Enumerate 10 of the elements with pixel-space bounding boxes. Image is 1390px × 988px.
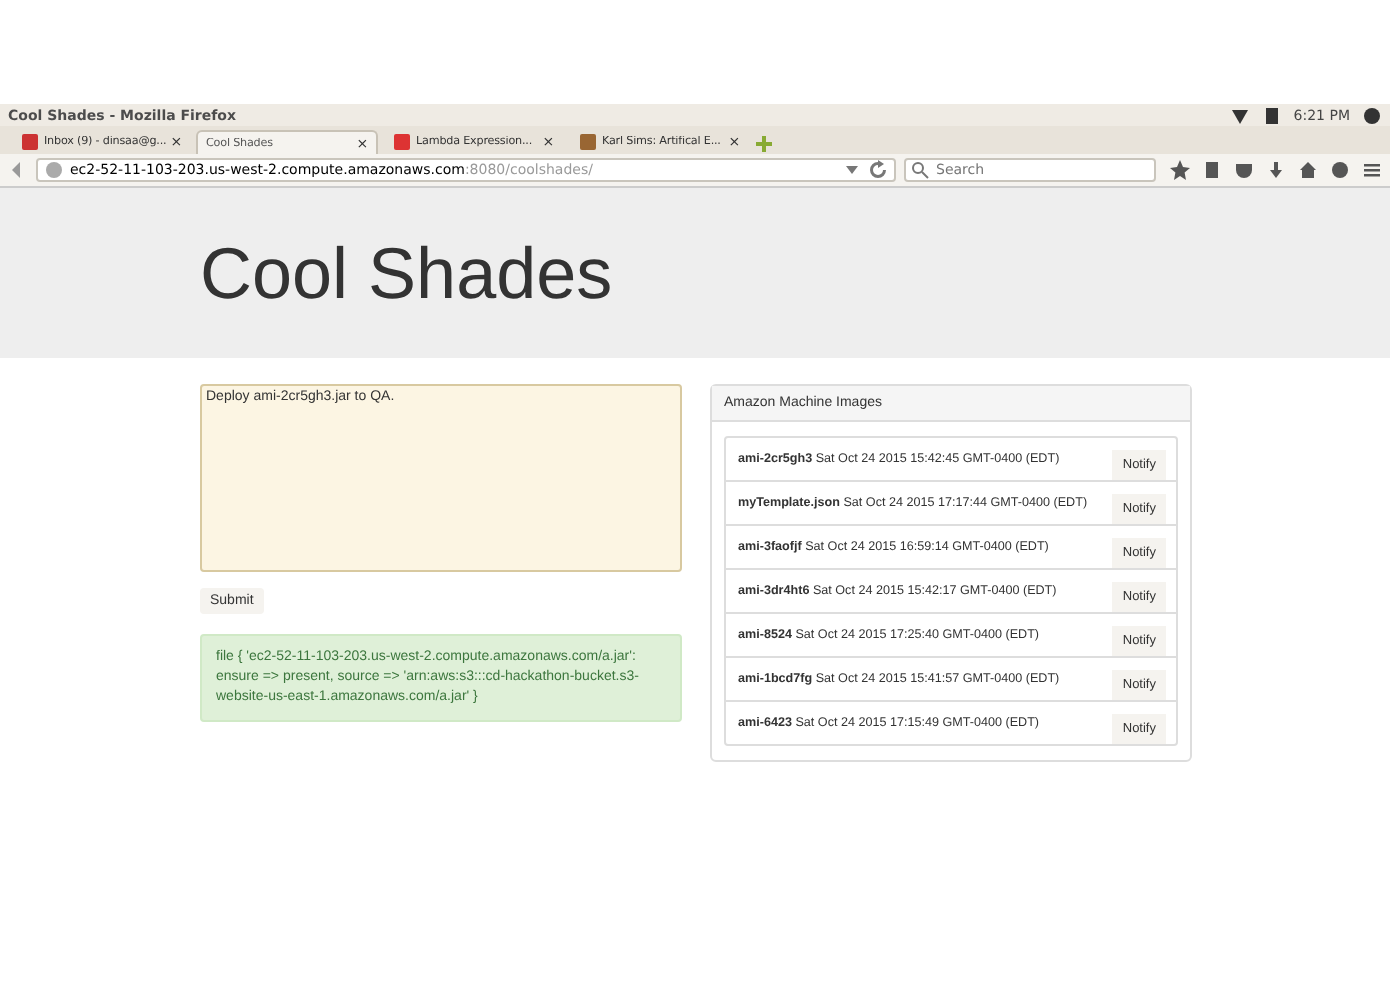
home-icon[interactable] bbox=[1298, 160, 1318, 180]
favicon-icon[interactable] bbox=[20, 132, 40, 152]
search-icon[interactable] bbox=[910, 160, 930, 180]
menu-icon[interactable] bbox=[1362, 160, 1382, 180]
reload-icon[interactable] bbox=[868, 160, 888, 180]
star-icon[interactable] bbox=[1170, 160, 1190, 180]
favicon-icon[interactable] bbox=[392, 132, 412, 152]
favicon-icon[interactable] bbox=[578, 132, 598, 152]
page-heading: Cool Shades bbox=[200, 231, 613, 315]
download-icon[interactable] bbox=[1266, 160, 1286, 180]
